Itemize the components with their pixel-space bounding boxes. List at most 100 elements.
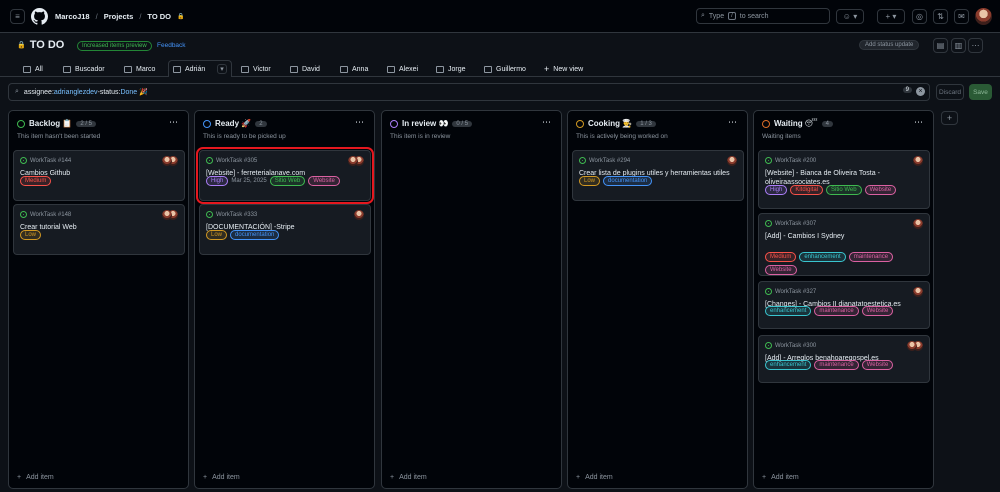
- label-tag[interactable]: maintenance: [814, 306, 859, 316]
- tab-marco[interactable]: Marco: [124, 62, 155, 76]
- preview-badge: Increased items preview: [77, 41, 152, 51]
- label-tag[interactable]: Low: [20, 230, 42, 240]
- column-title: Cooking 👨‍🍳: [588, 119, 633, 128]
- new-view-button[interactable]: + New view: [544, 62, 583, 76]
- assignee-avatar[interactable]: [354, 210, 364, 220]
- column-description: Waiting items: [762, 133, 801, 140]
- issues-icon[interactable]: ◎: [912, 9, 927, 24]
- pull-requests-icon[interactable]: ⇅: [933, 9, 948, 24]
- add-status-update-button[interactable]: Add status update: [859, 40, 920, 50]
- label-tag[interactable]: Website: [861, 306, 894, 316]
- open-issue-icon: [20, 211, 27, 218]
- column-more-icon[interactable]: ⋯: [914, 117, 923, 128]
- breadcrumb-projects[interactable]: Projects: [104, 12, 134, 21]
- assignee-avatar[interactable]: [162, 210, 172, 220]
- tab-buscador[interactable]: Buscador: [63, 62, 105, 76]
- card-id: WorkTask #305: [206, 157, 257, 164]
- tab-victor[interactable]: Victor: [241, 62, 271, 76]
- assignee-avatar[interactable]: [162, 156, 172, 166]
- card-title[interactable]: [Add] - Cambios I Sydney: [765, 232, 923, 241]
- tab-all[interactable]: All: [23, 62, 43, 76]
- assignee-avatar[interactable]: [727, 156, 737, 166]
- label-tag[interactable]: Low: [579, 176, 601, 186]
- label-tag[interactable]: maintenance: [848, 252, 894, 262]
- column-more-icon[interactable]: ⋯: [169, 117, 178, 128]
- card-id: WorkTask #148: [20, 211, 71, 218]
- label-tag[interactable]: Website: [765, 265, 797, 275]
- add-column-button[interactable]: +: [941, 111, 958, 125]
- result-count: 9: [902, 87, 912, 93]
- add-item-button[interactable]: + Add item: [17, 474, 54, 481]
- label-tag[interactable]: Kitdigital: [790, 185, 824, 195]
- label-tag[interactable]: enhancement: [799, 252, 846, 262]
- tab-alexei[interactable]: Alexei: [387, 62, 418, 76]
- assignee-avatar[interactable]: [913, 156, 923, 166]
- breadcrumb-user[interactable]: MarcoJ18: [55, 12, 90, 21]
- tab-options-icon[interactable]: ▾: [217, 64, 227, 74]
- label-tag[interactable]: High: [765, 185, 788, 195]
- column-more-icon[interactable]: ⋯: [728, 117, 737, 128]
- label-tag[interactable]: Website: [861, 360, 894, 370]
- tab-jorge[interactable]: Jorge: [436, 62, 466, 76]
- assignee-avatar[interactable]: [348, 156, 358, 166]
- label-tag[interactable]: Sitio Web: [826, 185, 862, 195]
- copilot-icon[interactable]: ☺ ▾: [836, 9, 864, 24]
- create-new-icon[interactable]: + ▾: [877, 9, 905, 24]
- label-tag[interactable]: Sitio Web: [269, 176, 306, 186]
- label-tag[interactable]: Website: [864, 185, 897, 195]
- layout-icon[interactable]: ▥: [951, 38, 966, 53]
- add-item-button[interactable]: + Add item: [762, 474, 799, 481]
- search-input[interactable]: ⌕ Type / to search: [696, 8, 830, 24]
- clear-filter-icon[interactable]: ×: [916, 87, 925, 96]
- tab-guillermo[interactable]: Guillermo: [484, 62, 526, 76]
- assignee-avatar[interactable]: [913, 287, 923, 297]
- insights-icon[interactable]: ▤: [933, 38, 948, 53]
- column: Waiting 😴 4 ⋯ Waiting items + Add item Wor…: [753, 110, 934, 489]
- card[interactable]: WorkTask #305 [Website] - ferreterialana…: [196, 147, 374, 204]
- card-labels: High Mar 25, 2025 Sitio Web Website: [206, 176, 366, 186]
- open-issue-icon: [579, 157, 586, 164]
- inbox-icon[interactable]: ✉: [954, 9, 969, 24]
- card[interactable]: WorkTask #294 Crear lista de plugins uti…: [572, 150, 744, 201]
- tab-david[interactable]: David: [290, 62, 320, 76]
- label-tag[interactable]: Medium: [20, 176, 52, 186]
- column-header: Cooking 👨‍🍳 1 / 3: [576, 119, 656, 128]
- label-tag[interactable]: enhancement: [765, 306, 812, 316]
- discard-button[interactable]: Discard: [936, 84, 964, 100]
- card[interactable]: WorkTask #307 [Add] - Cambios I Sydney M…: [758, 213, 930, 276]
- user-avatar[interactable]: [975, 8, 992, 25]
- card[interactable]: WorkTask #144 Cambios Github Medium: [13, 150, 185, 201]
- add-item-button[interactable]: + Add item: [576, 474, 613, 481]
- tab-adrian[interactable]: Adrián ▾: [168, 60, 232, 77]
- feedback-link[interactable]: Feedback: [157, 42, 186, 49]
- card-id: WorkTask #144: [20, 157, 71, 164]
- label-tag[interactable]: documentation: [230, 230, 280, 240]
- card[interactable]: WorkTask #327 [Changes] - Cambios II dia…: [758, 281, 930, 329]
- card[interactable]: WorkTask #333 [DOCUMENTACIÓN] -Stripe Lo…: [199, 204, 371, 255]
- column-more-icon[interactable]: ⋯: [542, 117, 551, 128]
- github-logo[interactable]: [31, 8, 48, 25]
- filter-input[interactable]: ⌕ assignee: adrianglezdev -status: Done …: [8, 83, 930, 101]
- label-tag[interactable]: High: [206, 176, 229, 186]
- label-tag[interactable]: Low: [206, 230, 228, 240]
- assignee-avatar[interactable]: [907, 341, 917, 351]
- label-tag[interactable]: maintenance: [814, 360, 859, 370]
- add-item-button[interactable]: + Add item: [203, 474, 240, 481]
- label-tag[interactable]: Medium: [765, 252, 797, 262]
- card[interactable]: WorkTask #300 [Add] - Arreglos benahoare…: [758, 335, 930, 383]
- more-options-icon[interactable]: ⋯: [968, 38, 983, 53]
- add-item-button[interactable]: + Add item: [390, 474, 427, 481]
- card[interactable]: WorkTask #148 Crear tutorial Web Low: [13, 204, 185, 255]
- column-more-icon[interactable]: ⋯: [355, 117, 364, 128]
- card[interactable]: WorkTask #200 [Website] - Bianca de Oliv…: [758, 150, 930, 209]
- label-tag[interactable]: Website: [308, 176, 340, 186]
- tab-anna[interactable]: Anna: [340, 62, 368, 76]
- label-tag[interactable]: enhancement: [765, 360, 812, 370]
- breadcrumb-project[interactable]: TO DO: [147, 12, 171, 21]
- assignee-avatar[interactable]: [913, 219, 923, 229]
- table-icon: [23, 65, 31, 73]
- save-button[interactable]: Save: [969, 84, 992, 100]
- menu-icon[interactable]: ≡: [10, 9, 25, 24]
- column-header: Waiting 😴 4: [762, 119, 833, 128]
- label-tag[interactable]: documentation: [603, 176, 653, 186]
